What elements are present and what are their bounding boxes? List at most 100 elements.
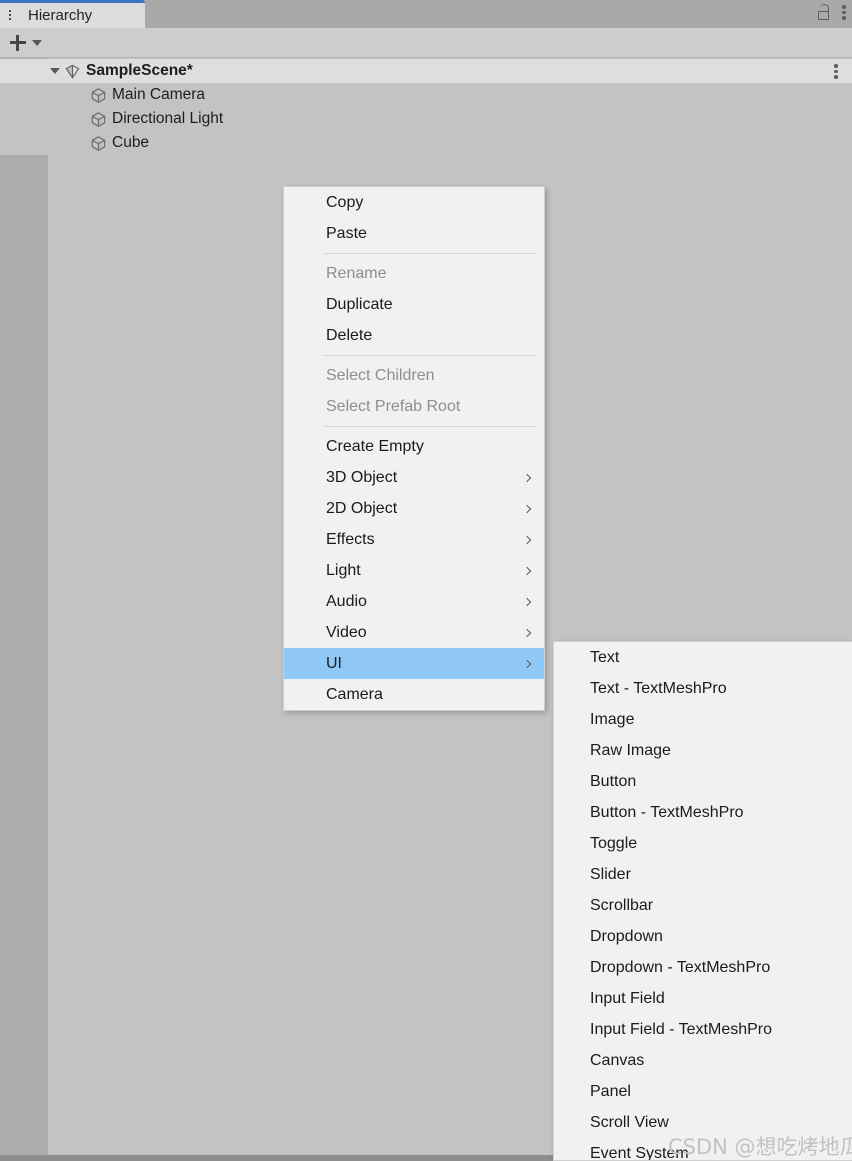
menu-item-label: Delete [326,326,373,344]
submenu-item-button[interactable]: Button [554,766,852,797]
menu-item-label: Audio [326,592,367,610]
menu-item-label: Duplicate [326,295,393,313]
submenu-item-label: Input Field - TextMeshPro [590,1020,773,1038]
menu-item-label: Select Children [326,366,435,384]
gameobject-name-label: Cube [112,134,150,151]
submenu-item-scroll-view[interactable]: Scroll View [554,1107,852,1138]
gameobject-name-label: Main Camera [112,86,206,103]
menu-item-copy[interactable]: Copy [284,187,544,218]
hierarchy-list-icon [9,9,22,22]
menu-separator [323,253,536,254]
gameobject-row-list: Main Camera Directional Light Cube [0,83,852,155]
menu-item-label: Paste [326,224,367,242]
submenu-item-label: Event System [590,1144,689,1161]
hierarchy-tree: SampleScene* Main Camera Directional Ligh… [0,59,852,155]
menu-separator [323,426,536,427]
submenu-item-label: Button [590,772,637,790]
tree-row-scene[interactable]: SampleScene* [0,59,852,83]
gameobject-cube-icon [91,87,106,103]
menu-separator [323,355,536,356]
menu-item-2d-object[interactable]: 2D Object [284,493,544,524]
submenu-item-input-field-textmeshpro[interactable]: Input Field - TextMeshPro [554,1014,852,1045]
submenu-item-dropdown-textmeshpro[interactable]: Dropdown - TextMeshPro [554,952,852,983]
menu-item-audio[interactable]: Audio [284,586,544,617]
gameobject-name-label: Directional Light [112,110,224,127]
menu-item-label: 3D Object [326,468,398,486]
submenu-item-label: Canvas [590,1051,645,1069]
submenu-item-scrollbar[interactable]: Scrollbar [554,890,852,921]
unity-hierarchy-window: Hierarchy All [0,0,852,1161]
submenu-item-image[interactable]: Image [554,704,852,735]
submenu-item-label: Dropdown - TextMeshPro [590,958,771,976]
submenu-item-raw-image[interactable]: Raw Image [554,735,852,766]
gameobject-cube-icon [91,111,106,127]
submenu-item-label: Scrollbar [590,896,654,914]
menu-item-ui[interactable]: UI [284,648,544,679]
menu-item-label: Video [326,623,367,641]
menu-item-select-children: Select Children [284,360,544,391]
submenu-item-label: Button - TextMeshPro [590,803,744,821]
menu-item-video[interactable]: Video [284,617,544,648]
submenu-item-label: Toggle [590,834,638,852]
window-tab-bar: Hierarchy [0,0,852,28]
chevron-right-icon [522,473,532,482]
submenu-item-toggle[interactable]: Toggle [554,828,852,859]
menu-item-label: Select Prefab Root [326,397,461,415]
submenu-item-label: Panel [590,1082,631,1100]
triangle-down-icon[interactable] [50,68,60,74]
hierarchy-context-menu: Copy Paste Rename Duplicate Delete Select Chi… [283,186,545,711]
chevron-right-icon [522,597,532,606]
chevron-right-icon [522,628,532,637]
adjacent-panel-strip [0,58,48,1155]
menu-item-paste[interactable]: Paste [284,218,544,249]
scene-name-label: SampleScene* [86,62,193,79]
menu-item-camera[interactable]: Camera [284,679,544,710]
submenu-item-text[interactable]: Text [554,642,852,673]
tab-hierarchy[interactable]: Hierarchy [0,0,145,28]
menu-item-label: Effects [326,530,375,548]
menu-item-duplicate[interactable]: Duplicate [284,289,544,320]
open-padlock-icon[interactable] [817,4,830,20]
menu-item-label: Light [326,561,361,579]
tree-row-gameobject[interactable]: Main Camera [0,83,852,107]
chevron-down-icon [32,40,42,46]
hierarchy-toolbar: All [0,28,852,82]
submenu-item-label: Raw Image [590,741,671,759]
tree-row-gameobject[interactable]: Cube [0,131,852,155]
tab-bar-actions [817,4,846,20]
submenu-item-label: Scroll View [590,1113,669,1131]
chevron-right-icon [522,504,532,513]
menu-item-rename: Rename [284,258,544,289]
ui-submenu: Text Text - TextMeshPro Image Raw Image Butt… [553,641,852,1161]
submenu-item-input-field[interactable]: Input Field [554,983,852,1014]
menu-item-label: Rename [326,264,387,282]
menu-item-effects[interactable]: Effects [284,524,544,555]
menu-item-3d-object[interactable]: 3D Object [284,462,544,493]
submenu-item-label: Dropdown [590,927,663,945]
menu-item-delete[interactable]: Delete [284,320,544,351]
plus-icon [10,35,26,51]
menu-item-label: Copy [326,193,364,211]
chevron-right-icon [522,566,532,575]
menu-item-label: UI [326,654,342,672]
chevron-right-icon [522,535,532,544]
menu-item-label: Camera [326,685,383,703]
add-gameobject-button[interactable] [10,32,42,54]
submenu-item-label: Text [590,648,620,666]
menu-item-light[interactable]: Light [284,555,544,586]
scene-row-kebab-icon[interactable] [834,63,838,79]
submenu-item-dropdown[interactable]: Dropdown [554,921,852,952]
submenu-item-event-system[interactable]: Event System [554,1138,852,1161]
submenu-item-canvas[interactable]: Canvas [554,1045,852,1076]
submenu-item-text-textmeshpro[interactable]: Text - TextMeshPro [554,673,852,704]
window-kebab-icon[interactable] [842,4,846,20]
submenu-item-label: Slider [590,865,631,883]
menu-item-create-empty[interactable]: Create Empty [284,431,544,462]
submenu-item-slider[interactable]: Slider [554,859,852,890]
submenu-item-panel[interactable]: Panel [554,1076,852,1107]
menu-item-label: Create Empty [326,437,424,455]
submenu-item-button-textmeshpro[interactable]: Button - TextMeshPro [554,797,852,828]
gameobject-cube-icon [91,135,106,151]
tab-hierarchy-label: Hierarchy [28,7,93,24]
tree-row-gameobject[interactable]: Directional Light [0,107,852,131]
